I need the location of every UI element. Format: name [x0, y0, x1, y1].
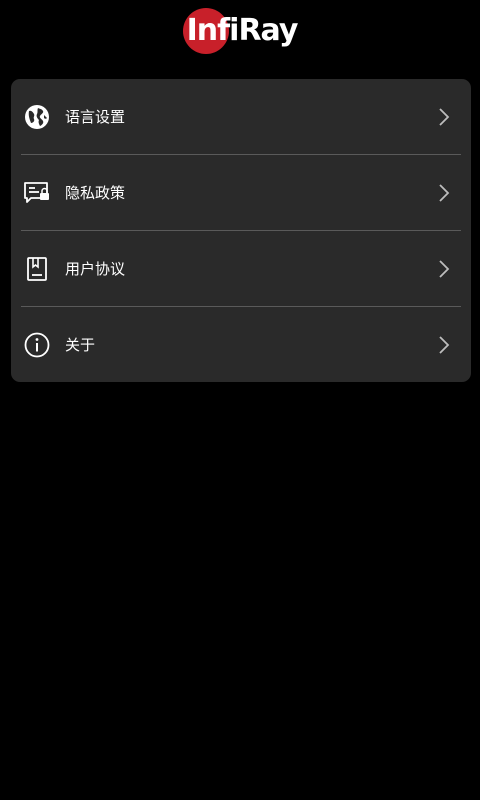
chevron-right-icon: [439, 335, 450, 354]
logo-wordmark: InfiRay: [183, 8, 299, 54]
menu-item-label: 隐私政策: [65, 184, 126, 202]
privacy-message-icon: [23, 179, 51, 207]
menu-item-label: 关于: [65, 336, 96, 354]
menu-item-privacy-policy[interactable]: 隐私政策: [11, 155, 471, 230]
globe-icon: [23, 103, 51, 131]
chevron-right-icon: [439, 183, 450, 202]
menu-item-label: 语言设置: [65, 108, 126, 126]
menu-item-language-settings[interactable]: 语言设置: [11, 79, 471, 154]
logo-text-infi: Infi: [186, 13, 240, 48]
menu-item-label: 用户协议: [65, 260, 126, 278]
settings-menu-panel: 语言设置 隐私政策 用户协议 关于: [11, 79, 471, 382]
document-bookmark-icon: [23, 255, 51, 283]
infiray-logo: InfiRay: [182, 8, 299, 54]
info-icon: [23, 331, 51, 359]
menu-item-about[interactable]: 关于: [11, 307, 471, 382]
chevron-right-icon: [439, 259, 450, 278]
menu-item-user-agreement[interactable]: 用户协议: [11, 231, 471, 306]
app-logo: InfiRay: [0, 6, 480, 56]
chevron-right-icon: [439, 107, 450, 126]
logo-text-ray: Ray: [238, 13, 298, 48]
